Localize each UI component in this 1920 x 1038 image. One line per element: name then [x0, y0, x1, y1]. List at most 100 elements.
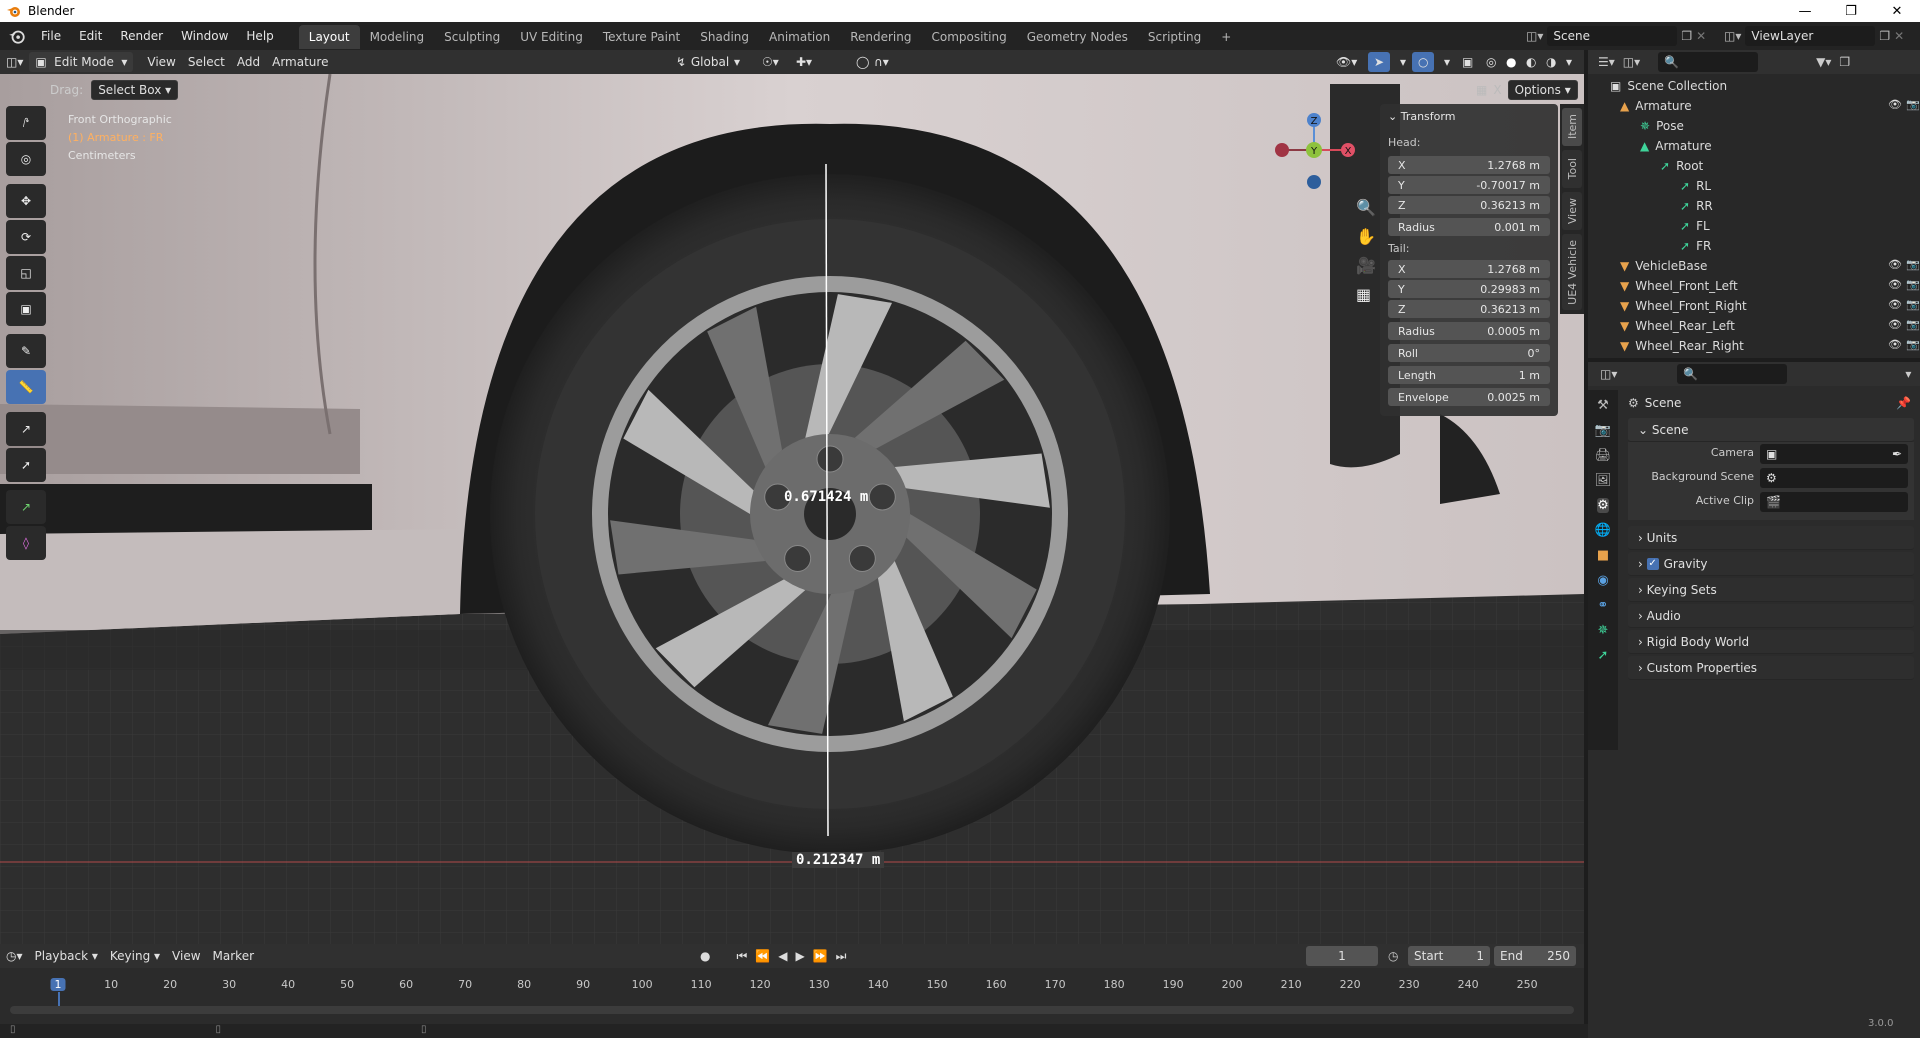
- audio-panel-header[interactable]: › Audio: [1628, 604, 1914, 628]
- jump-start-icon[interactable]: ⏮: [736, 949, 747, 964]
- eyedropper-icon[interactable]: ✒: [1892, 447, 1902, 461]
- outliner-row[interactable]: ➚ FR: [1680, 236, 1711, 256]
- active-clip-field[interactable]: 🎬: [1760, 492, 1908, 512]
- tool-measure[interactable]: 📏: [6, 370, 46, 404]
- tool-add-bone[interactable]: ◊: [6, 526, 46, 560]
- bone-tab-icon[interactable]: ➚: [1598, 648, 1609, 663]
- mirror-x-icon[interactable]: X: [1493, 83, 1501, 97]
- tool-scale[interactable]: ◱: [6, 256, 46, 290]
- timeline-editor-type-icon[interactable]: ◷▾: [0, 946, 29, 966]
- visibility-eye-icon[interactable]: 👁: [1888, 258, 1902, 271]
- navigation-gizmo[interactable]: Z Y X: [1268, 110, 1358, 190]
- roll-field[interactable]: Roll 0°: [1388, 344, 1550, 362]
- jump-end-icon[interactable]: ⏭: [836, 949, 847, 964]
- snap-icon[interactable]: ✚▾: [790, 52, 818, 72]
- head-z-field[interactable]: Z 0.36213 m: [1388, 196, 1550, 214]
- armature-data-tab-icon[interactable]: ✵: [1598, 623, 1609, 638]
- menu-playback[interactable]: Playback ▾: [29, 946, 104, 966]
- outliner-editor-type-icon[interactable]: ☰▾: [1598, 55, 1615, 69]
- length-field[interactable]: Length 1 m: [1388, 366, 1550, 384]
- 3d-viewport[interactable]: Front Orthographic (1) Armature : FR Cen…: [0, 74, 1584, 944]
- maximize-icon[interactable]: ❐: [1828, 0, 1874, 22]
- head-radius-field[interactable]: Radius 0.001 m: [1388, 218, 1550, 236]
- menu-window[interactable]: Window: [172, 22, 237, 50]
- outliner-row[interactable]: ▼ Wheel_Rear_Right: [1620, 336, 1744, 356]
- camera-field[interactable]: ▣ ✒: [1760, 444, 1908, 464]
- render-camera-icon[interactable]: 📷: [1906, 338, 1920, 351]
- tool-cursor[interactable]: ◎: [6, 142, 46, 176]
- scene-new-icon[interactable]: ❐: [1681, 29, 1692, 43]
- new-collection-icon[interactable]: ❐: [1839, 55, 1850, 69]
- world-tab-icon[interactable]: 🌐: [1595, 523, 1611, 538]
- tab-uv-editing[interactable]: UV Editing: [510, 25, 593, 49]
- menu-view[interactable]: View: [141, 52, 181, 72]
- tab-texture-paint[interactable]: Texture Paint: [593, 25, 690, 49]
- next-keyframe-icon[interactable]: ⏩: [813, 949, 828, 963]
- tool-tab-icon[interactable]: ⚒: [1597, 398, 1609, 413]
- outliner-search-input[interactable]: 🔍: [1658, 52, 1759, 72]
- tab-compositing[interactable]: Compositing: [921, 25, 1016, 49]
- scene-tab-icon[interactable]: ⚙: [1597, 498, 1609, 513]
- tab-sculpting[interactable]: Sculpting: [434, 25, 510, 49]
- gizmo-menu-icon[interactable]: ▾: [1394, 52, 1412, 72]
- envelope-field[interactable]: Envelope 0.0025 m: [1388, 388, 1550, 406]
- pin-icon[interactable]: 📌: [1896, 396, 1911, 410]
- tool-roll[interactable]: ↗: [6, 412, 46, 446]
- outliner-row[interactable]: ➚ RL: [1680, 176, 1711, 196]
- shading-menu-icon[interactable]: ▾: [1560, 52, 1578, 72]
- scene-browse-icon[interactable]: ◫▾: [1526, 29, 1543, 43]
- editor-type-icon[interactable]: ◫▾: [0, 52, 29, 72]
- outliner-row[interactable]: ▼ VehicleBase: [1620, 256, 1707, 276]
- outliner-row[interactable]: ▲ Armature: [1620, 96, 1692, 116]
- tab-modeling[interactable]: Modeling: [360, 25, 435, 49]
- visibility-eye-icon[interactable]: 👁: [1888, 278, 1902, 291]
- outliner-row[interactable]: ▲ Armature: [1640, 136, 1712, 156]
- menu-marker[interactable]: Marker: [207, 946, 260, 966]
- background-scene-field[interactable]: ⚙: [1760, 468, 1908, 488]
- pivot-icon[interactable]: ☉▾: [756, 52, 785, 72]
- close-icon[interactable]: ✕: [1874, 0, 1920, 22]
- play-reverse-icon[interactable]: ◀: [778, 949, 787, 963]
- tab-geometry-nodes[interactable]: Geometry Nodes: [1017, 25, 1138, 49]
- object-tab-icon[interactable]: ■: [1597, 548, 1609, 563]
- play-icon[interactable]: ▶: [795, 949, 804, 963]
- blender-menu-icon[interactable]: [8, 27, 26, 45]
- menu-file[interactable]: File: [32, 22, 70, 50]
- render-camera-icon[interactable]: 📷: [1906, 318, 1920, 331]
- camera-view-icon[interactable]: 🎥: [1356, 256, 1376, 275]
- prev-keyframe-icon[interactable]: ⏪: [755, 949, 770, 963]
- tool-transform[interactable]: ▣: [6, 292, 46, 326]
- orientation-select[interactable]: ↯ Global ▾: [670, 52, 746, 72]
- tool-rotate[interactable]: ⟳: [6, 220, 46, 254]
- visibility-eye-icon[interactable]: 👁: [1888, 318, 1902, 331]
- gravity-panel-header[interactable]: › ✓ Gravity: [1628, 552, 1914, 576]
- visibility-eye-icon[interactable]: 👁: [1888, 298, 1902, 311]
- record-icon[interactable]: ●: [700, 949, 710, 963]
- outliner-row[interactable]: ➚ RR: [1680, 196, 1713, 216]
- tab-shading[interactable]: Shading: [690, 25, 759, 49]
- tail-z-field[interactable]: Z 0.36213 m: [1388, 300, 1550, 318]
- tool-annotate[interactable]: ✎: [6, 334, 46, 368]
- snap-target-icon[interactable]: ▦: [1476, 83, 1487, 97]
- tab-scripting[interactable]: Scripting: [1138, 25, 1211, 49]
- tab-animation[interactable]: Animation: [759, 25, 840, 49]
- properties-options-icon[interactable]: ▾: [1905, 367, 1911, 381]
- outliner-row[interactable]: ▼ Wheel_Front_Right: [1620, 296, 1747, 316]
- start-frame-field[interactable]: Start 1: [1408, 946, 1490, 966]
- scene-delete-icon[interactable]: ✕: [1696, 29, 1706, 43]
- menu-timeline-view[interactable]: View: [166, 946, 206, 966]
- falloff-icon[interactable]: ∩▾: [868, 52, 895, 72]
- scene-panel-header[interactable]: ⌄ Scene: [1628, 418, 1914, 442]
- physics-tab-icon[interactable]: ◉: [1597, 573, 1608, 588]
- viewlayer-field[interactable]: ViewLayer: [1745, 26, 1876, 46]
- menu-edit[interactable]: Edit: [70, 22, 111, 50]
- mode-select[interactable]: ▣ Edit Mode ▾: [29, 52, 134, 72]
- tab-tool[interactable]: Tool: [1562, 150, 1582, 188]
- drag-select-dropdown[interactable]: Select Box ▾: [91, 80, 179, 100]
- tool-extrude[interactable]: ↗: [6, 490, 46, 524]
- keying-sets-panel-header[interactable]: › Keying Sets: [1628, 578, 1914, 602]
- zoom-icon[interactable]: 🔍: [1356, 198, 1376, 217]
- view-layer-tab-icon[interactable]: 🖼: [1595, 473, 1612, 488]
- tab-view[interactable]: View: [1562, 192, 1582, 230]
- outliner-row[interactable]: ➚ Root: [1660, 156, 1703, 176]
